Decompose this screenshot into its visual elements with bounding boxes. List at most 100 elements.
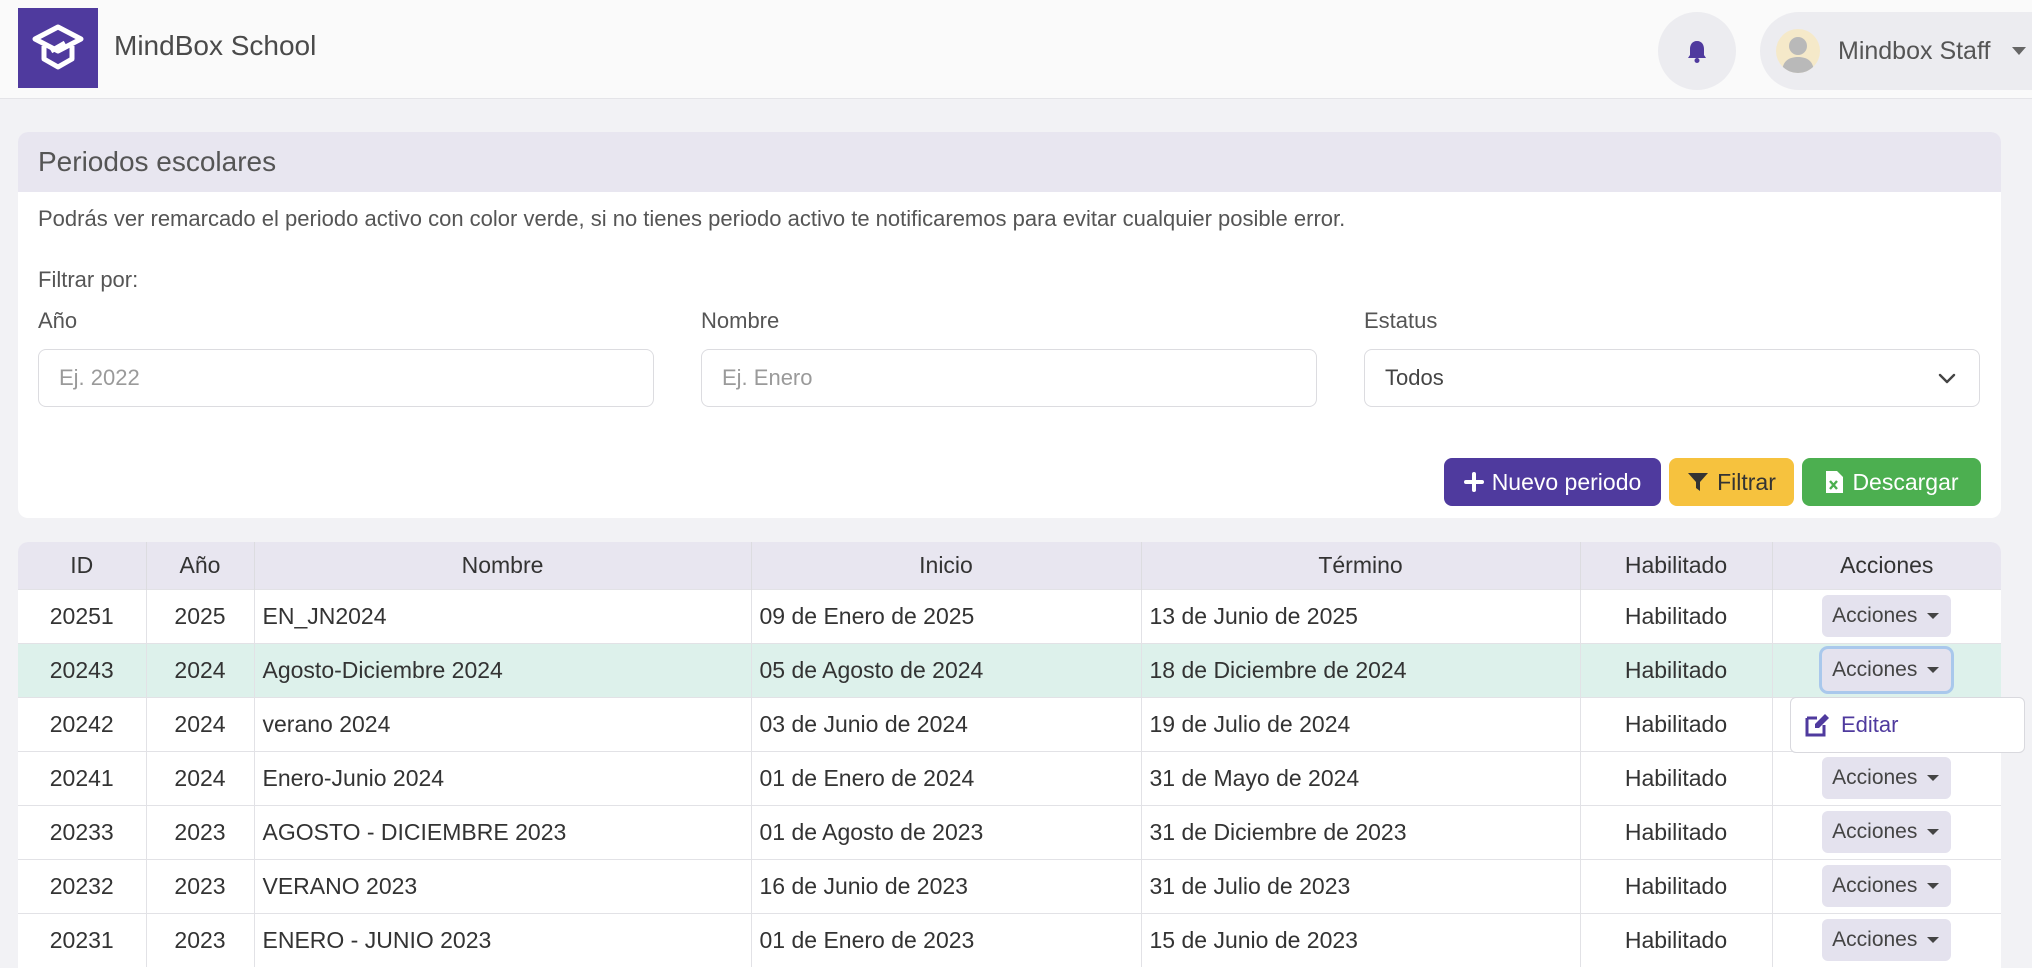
cell-id: 20241 <box>18 751 147 805</box>
caret-down-icon <box>1927 613 1940 619</box>
filter-button-label: Filtrar <box>1717 468 1776 495</box>
status-select-value: Todos <box>1385 365 1444 390</box>
caret-down-icon <box>1927 829 1940 835</box>
cell-name: VERANO 2023 <box>254 859 752 913</box>
cell-end: 15 de Junio de 2023 <box>1141 913 1581 967</box>
download-button[interactable]: Descargar <box>1802 458 1981 506</box>
cell-actions: Acciones <box>1772 913 2001 967</box>
chevron-down-icon <box>2012 47 2027 55</box>
table-row[interactable]: 20242 2024 verano 2024 03 de Junio de 20… <box>18 697 2001 751</box>
plus-icon <box>1463 472 1484 492</box>
cell-enabled: Habilitado <box>1580 643 1773 697</box>
panel-description: Podrás ver remarcado el periodo activo c… <box>38 206 1346 231</box>
cell-name: AGOSTO - DICIEMBRE 2023 <box>254 805 752 859</box>
cell-year: 2024 <box>146 643 255 697</box>
actions-button[interactable]: Acciones <box>1822 865 1952 907</box>
chevron-down-icon <box>1938 373 1956 384</box>
caret-down-icon <box>1927 937 1940 944</box>
column-header-end[interactable]: Término <box>1141 542 1581 589</box>
name-label: Nombre <box>701 308 780 333</box>
cell-enabled: Habilitado <box>1580 697 1773 751</box>
new-period-button[interactable]: Nuevo periodo <box>1444 458 1661 506</box>
cell-id: 20242 <box>18 697 147 751</box>
table-row-active[interactable]: 20243 2024 Agosto-Diciembre 2024 05 de A… <box>18 643 2001 697</box>
cell-end: 13 de Junio de 2025 <box>1141 589 1581 643</box>
excel-file-icon <box>1826 471 1844 493</box>
cell-end: 31 de Julio de 2023 <box>1141 859 1581 913</box>
actions-button[interactable]: Acciones <box>1822 649 1952 691</box>
cell-year: 2024 <box>146 751 255 805</box>
table-row[interactable]: 20231 2023 ENERO - JUNIO 2023 01 de Ener… <box>18 913 2001 967</box>
actions-button-label: Acciones <box>1832 874 1918 897</box>
actions-button-label: Acciones <box>1832 766 1918 789</box>
cell-name: Enero-Junio 2024 <box>254 751 752 805</box>
status-select[interactable]: Todos <box>1364 349 1980 407</box>
actions-button-label: Acciones <box>1832 658 1918 681</box>
column-header-actions: Acciones <box>1840 551 1934 578</box>
actions-button[interactable]: Acciones <box>1822 757 1952 799</box>
cell-enabled: Habilitado <box>1580 751 1773 805</box>
periods-table: ID Año Nombre Inicio Término Habilitado … <box>18 542 2001 968</box>
cell-name: verano 2024 <box>254 697 752 751</box>
filter-button[interactable]: Filtrar <box>1669 458 1794 506</box>
user-name: Mindbox Staff <box>1838 36 1991 65</box>
cell-actions: Acciones <box>1772 751 2001 805</box>
cell-actions: Acciones <box>1772 805 2001 859</box>
periods-panel: Periodos escolares Podrás ver remarcado … <box>18 132 2001 518</box>
filter-icon <box>1688 473 1709 491</box>
table-row[interactable]: 20232 2023 VERANO 2023 16 de Junio de 20… <box>18 859 2001 913</box>
download-button-label: Descargar <box>1852 468 1959 495</box>
cell-year: 2025 <box>146 589 255 643</box>
cell-enabled: Habilitado <box>1580 589 1773 643</box>
graduation-cap-icon <box>32 24 84 70</box>
cell-id: 20233 <box>18 805 147 859</box>
cell-name: EN_JN2024 <box>254 589 752 643</box>
cell-enabled: Habilitado <box>1580 859 1773 913</box>
caret-down-icon <box>1927 775 1940 781</box>
caret-down-icon <box>1927 883 1940 889</box>
actions-button[interactable]: Acciones <box>1822 811 1952 853</box>
table-row[interactable]: 20233 2023 AGOSTO - DICIEMBRE 2023 01 de… <box>18 805 2001 859</box>
cell-actions: Acciones <box>1772 589 2001 643</box>
cell-enabled: Habilitado <box>1580 913 1773 967</box>
column-header-id[interactable]: ID <box>18 542 147 589</box>
column-header-year[interactable]: Año <box>146 542 255 589</box>
status-label: Estatus <box>1364 308 1438 333</box>
cell-actions: Acciones <box>1772 859 2001 913</box>
cell-id: 20251 <box>18 589 147 643</box>
logo[interactable] <box>18 8 98 88</box>
cell-year: 2023 <box>146 913 255 967</box>
name-input[interactable] <box>701 349 1317 407</box>
cell-end: 31 de Diciembre de 2023 <box>1141 805 1581 859</box>
cell-name: Agosto-Diciembre 2024 <box>254 643 752 697</box>
notifications-button[interactable] <box>1658 12 1736 90</box>
year-input[interactable] <box>38 349 654 407</box>
table-row[interactable]: 20241 2024 Enero-Junio 2024 01 de Enero … <box>18 751 2001 805</box>
column-header-name[interactable]: Nombre <box>254 542 752 589</box>
cell-start: 03 de Junio de 2024 <box>751 697 1142 751</box>
actions-button[interactable]: Acciones <box>1822 919 1952 962</box>
actions-button-label: Acciones <box>1832 604 1918 627</box>
actions-dropdown-edit[interactable]: Editar <box>1790 697 2025 753</box>
column-header-start[interactable]: Inicio <box>751 542 1142 589</box>
cell-year: 2024 <box>146 697 255 751</box>
cell-year: 2023 <box>146 859 255 913</box>
cell-start: 01 de Enero de 2024 <box>751 751 1142 805</box>
cell-start: 16 de Junio de 2023 <box>751 859 1142 913</box>
table-row[interactable]: 20251 2025 EN_JN2024 09 de Enero de 2025… <box>18 589 2001 643</box>
cell-name: ENERO - JUNIO 2023 <box>254 913 752 967</box>
cell-start: 01 de Agosto de 2023 <box>751 805 1142 859</box>
caret-down-icon <box>1927 667 1940 673</box>
cell-enabled: Habilitado <box>1580 805 1773 859</box>
user-menu-button[interactable]: Mindbox Staff <box>1760 12 2032 90</box>
cell-year: 2023 <box>146 805 255 859</box>
table-header-row: ID Año Nombre Inicio Término Habilitado … <box>18 542 2001 589</box>
column-header-enabled[interactable]: Habilitado <box>1580 542 1773 589</box>
user-silhouette-icon <box>1782 37 1814 73</box>
cell-end: 31 de Mayo de 2024 <box>1141 751 1581 805</box>
actions-button-label: Acciones <box>1832 928 1918 952</box>
avatar <box>1776 29 1820 73</box>
new-period-label: Nuevo periodo <box>1491 468 1642 495</box>
actions-button[interactable]: Acciones <box>1822 595 1952 637</box>
top-bar: MindBox School Mindbox Staff <box>0 0 2032 99</box>
